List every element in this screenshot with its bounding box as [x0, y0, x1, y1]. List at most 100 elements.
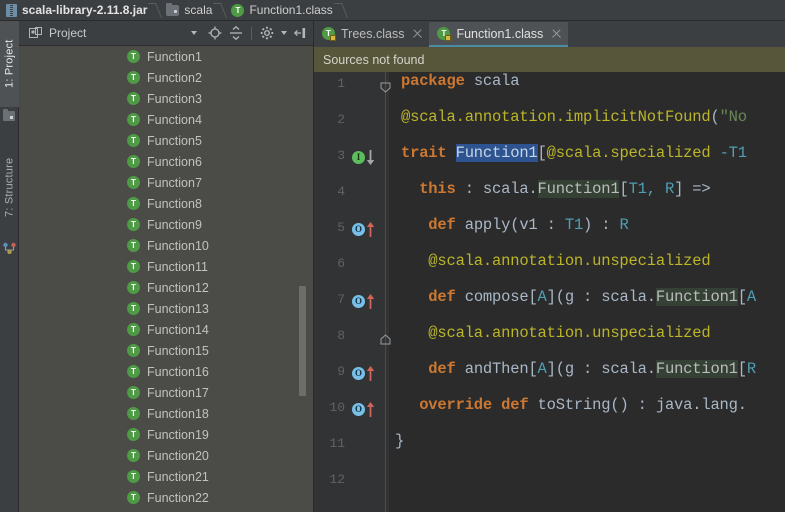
tree-item-function19[interactable]: T Function19 [19, 424, 313, 445]
tree-item-function11[interactable]: T Function11 [19, 256, 313, 277]
toolbar-divider [251, 26, 252, 40]
tree-item-label: Function22 [147, 490, 209, 505]
editor-tab-function1[interactable]: T Function1.class [429, 22, 569, 47]
editor-gutter[interactable]: 1 2 3 4 5 6 7 8 9 10 11 12 IOOOO [314, 72, 391, 512]
code-token: ) : [583, 216, 620, 234]
editor-tab-trees[interactable]: T Trees.class [314, 22, 429, 47]
ide-window: scala-library-2.11.8.jar scala T Functio… [0, 0, 785, 512]
view-options-caret-icon[interactable] [185, 24, 203, 42]
line-number: 11 [329, 436, 345, 451]
tree-item-function20[interactable]: T Function20 [19, 445, 313, 466]
close-icon[interactable] [412, 28, 423, 39]
code-token: this [401, 180, 456, 198]
tree-item-function9[interactable]: T Function9 [19, 214, 313, 235]
code-token: andThen [464, 360, 529, 378]
code-line-7[interactable]: def compose[A](g : scala.Function1[A [401, 279, 756, 315]
code-editor[interactable]: 1 2 3 4 5 6 7 8 9 10 11 12 IOOOO package scala @scal… [314, 72, 785, 512]
trait-icon: T [127, 218, 140, 231]
code-content[interactable]: package scala @scala.annotation.implicitN… [389, 72, 785, 512]
tool-window-tab-project[interactable]: 1: Project [0, 21, 19, 107]
code-token: "No [719, 108, 748, 126]
line-number: 6 [337, 256, 345, 271]
code-line-3[interactable]: trait Function1[@scala.specialized -T1 [401, 135, 747, 171]
code-line-10[interactable]: override def toString() : java.lang. [401, 387, 747, 423]
tree-item-function10[interactable]: T Function10 [19, 235, 313, 256]
code-line-4[interactable]: this : scala.Function1[T1, R] => [401, 171, 711, 207]
tree-item-label: Function12 [147, 280, 209, 295]
tree-item-function15[interactable]: T Function15 [19, 340, 313, 361]
gear-icon[interactable] [258, 24, 276, 42]
code-line-9[interactable]: def andThen[A](g : scala.Function1[R [401, 351, 756, 387]
gutter-marker-overridden-in[interactable]: O [352, 365, 382, 383]
tree-item-function22[interactable]: T Function22 [19, 487, 313, 508]
gutter-marker-implemented-by[interactable]: I [352, 149, 382, 167]
tree-item-function4[interactable]: T Function4 [19, 109, 313, 130]
code-token: apply [464, 216, 511, 234]
tree-item-function7[interactable]: T Function7 [19, 172, 313, 193]
code-token: @scala.annotation.unspecialized [401, 324, 711, 342]
trait-icon: T [127, 134, 140, 147]
code-token: trait [401, 144, 456, 162]
breadcrumb-label: scala [184, 3, 213, 17]
code-token: A [537, 288, 547, 306]
line-number: 9 [337, 364, 345, 379]
close-icon[interactable] [551, 28, 562, 39]
trait-icon: T [127, 92, 140, 105]
gear-dropdown-caret-icon[interactable] [279, 24, 288, 42]
tree-item-function2[interactable]: T Function2 [19, 67, 313, 88]
tree-item-function5[interactable]: T Function5 [19, 130, 313, 151]
trait-icon: T [127, 113, 140, 126]
code-token: T1, R [628, 180, 675, 198]
hide-panel-icon[interactable] [291, 24, 309, 42]
breadcrumb-item-class[interactable]: T Function1.class [225, 0, 336, 21]
tree-item-function1[interactable]: T Function1 [19, 46, 313, 67]
breadcrumb-item-package[interactable]: scala [160, 0, 216, 21]
code-token: Function1 [537, 180, 620, 198]
tree-item-label: Function14 [147, 322, 209, 337]
code-line-8[interactable]: @scala.annotation.unspecialized [401, 315, 710, 351]
trait-icon: T [127, 197, 140, 210]
tree-item-function3[interactable]: T Function3 [19, 88, 313, 109]
tool-window-tab-structure[interactable]: 7: Structure [0, 139, 19, 235]
project-tree-scrollbar[interactable] [299, 286, 306, 396]
tree-item-function17[interactable]: T Function17 [19, 382, 313, 403]
gutter-marker-overridden-in[interactable]: O [352, 401, 382, 419]
tree-item-label: Function17 [147, 385, 209, 400]
trait-icon: T [127, 155, 140, 168]
gutter-marker-overridden-in[interactable]: O [352, 221, 382, 239]
tree-item-function21[interactable]: T Function21 [19, 466, 313, 487]
project-panel-title: Project [49, 26, 87, 40]
trait-icon: T [231, 3, 245, 17]
gutter-marker-overridden-in[interactable]: O [352, 293, 382, 311]
tree-item-function12[interactable]: T Function12 [19, 277, 313, 298]
tree-item-function14[interactable]: T Function14 [19, 319, 313, 340]
tree-item-label: Function3 [147, 91, 202, 106]
breadcrumb-item-jar[interactable]: scala-library-2.11.8.jar [0, 0, 151, 21]
code-token: @scala.specialized [546, 144, 711, 162]
tree-item-function6[interactable]: T Function6 [19, 151, 313, 172]
code-line-5[interactable]: def apply(v1 : T1) : R [401, 207, 628, 243]
tree-item-function8[interactable]: T Function8 [19, 193, 313, 214]
tree-item-function13[interactable]: T Function13 [19, 298, 313, 319]
code-token: ( [710, 108, 720, 126]
code-token: @scala.annotation.unspecialized [401, 252, 711, 270]
code-line-6[interactable]: @scala.annotation.unspecialized [401, 243, 710, 279]
code-token: [ [737, 360, 747, 378]
arrow-up-icon [366, 401, 375, 418]
code-line-1[interactable]: package scala [401, 72, 520, 99]
project-tree[interactable]: T Function1 T Function2 T Function3 T Function4… [19, 46, 313, 512]
collapse-all-icon[interactable] [227, 24, 245, 42]
code-token: ](g : scala. [546, 360, 656, 378]
code-token: ](g : scala. [546, 288, 656, 306]
code-token: T1 [564, 216, 584, 234]
code-token: A [537, 360, 547, 378]
tree-item-function18[interactable]: T Function18 [19, 403, 313, 424]
tree-item-label: Function10 [147, 238, 209, 253]
arrow-up-icon [366, 293, 375, 310]
locate-target-icon[interactable] [206, 24, 224, 42]
tree-item-function16[interactable]: T Function16 [19, 361, 313, 382]
code-token: @scala.annotation.implicitNotFound [401, 108, 711, 126]
code-line-11[interactable]: } [395, 423, 404, 459]
trait-icon: T [127, 344, 140, 357]
code-line-2[interactable]: @scala.annotation.implicitNotFound("No [401, 99, 747, 135]
